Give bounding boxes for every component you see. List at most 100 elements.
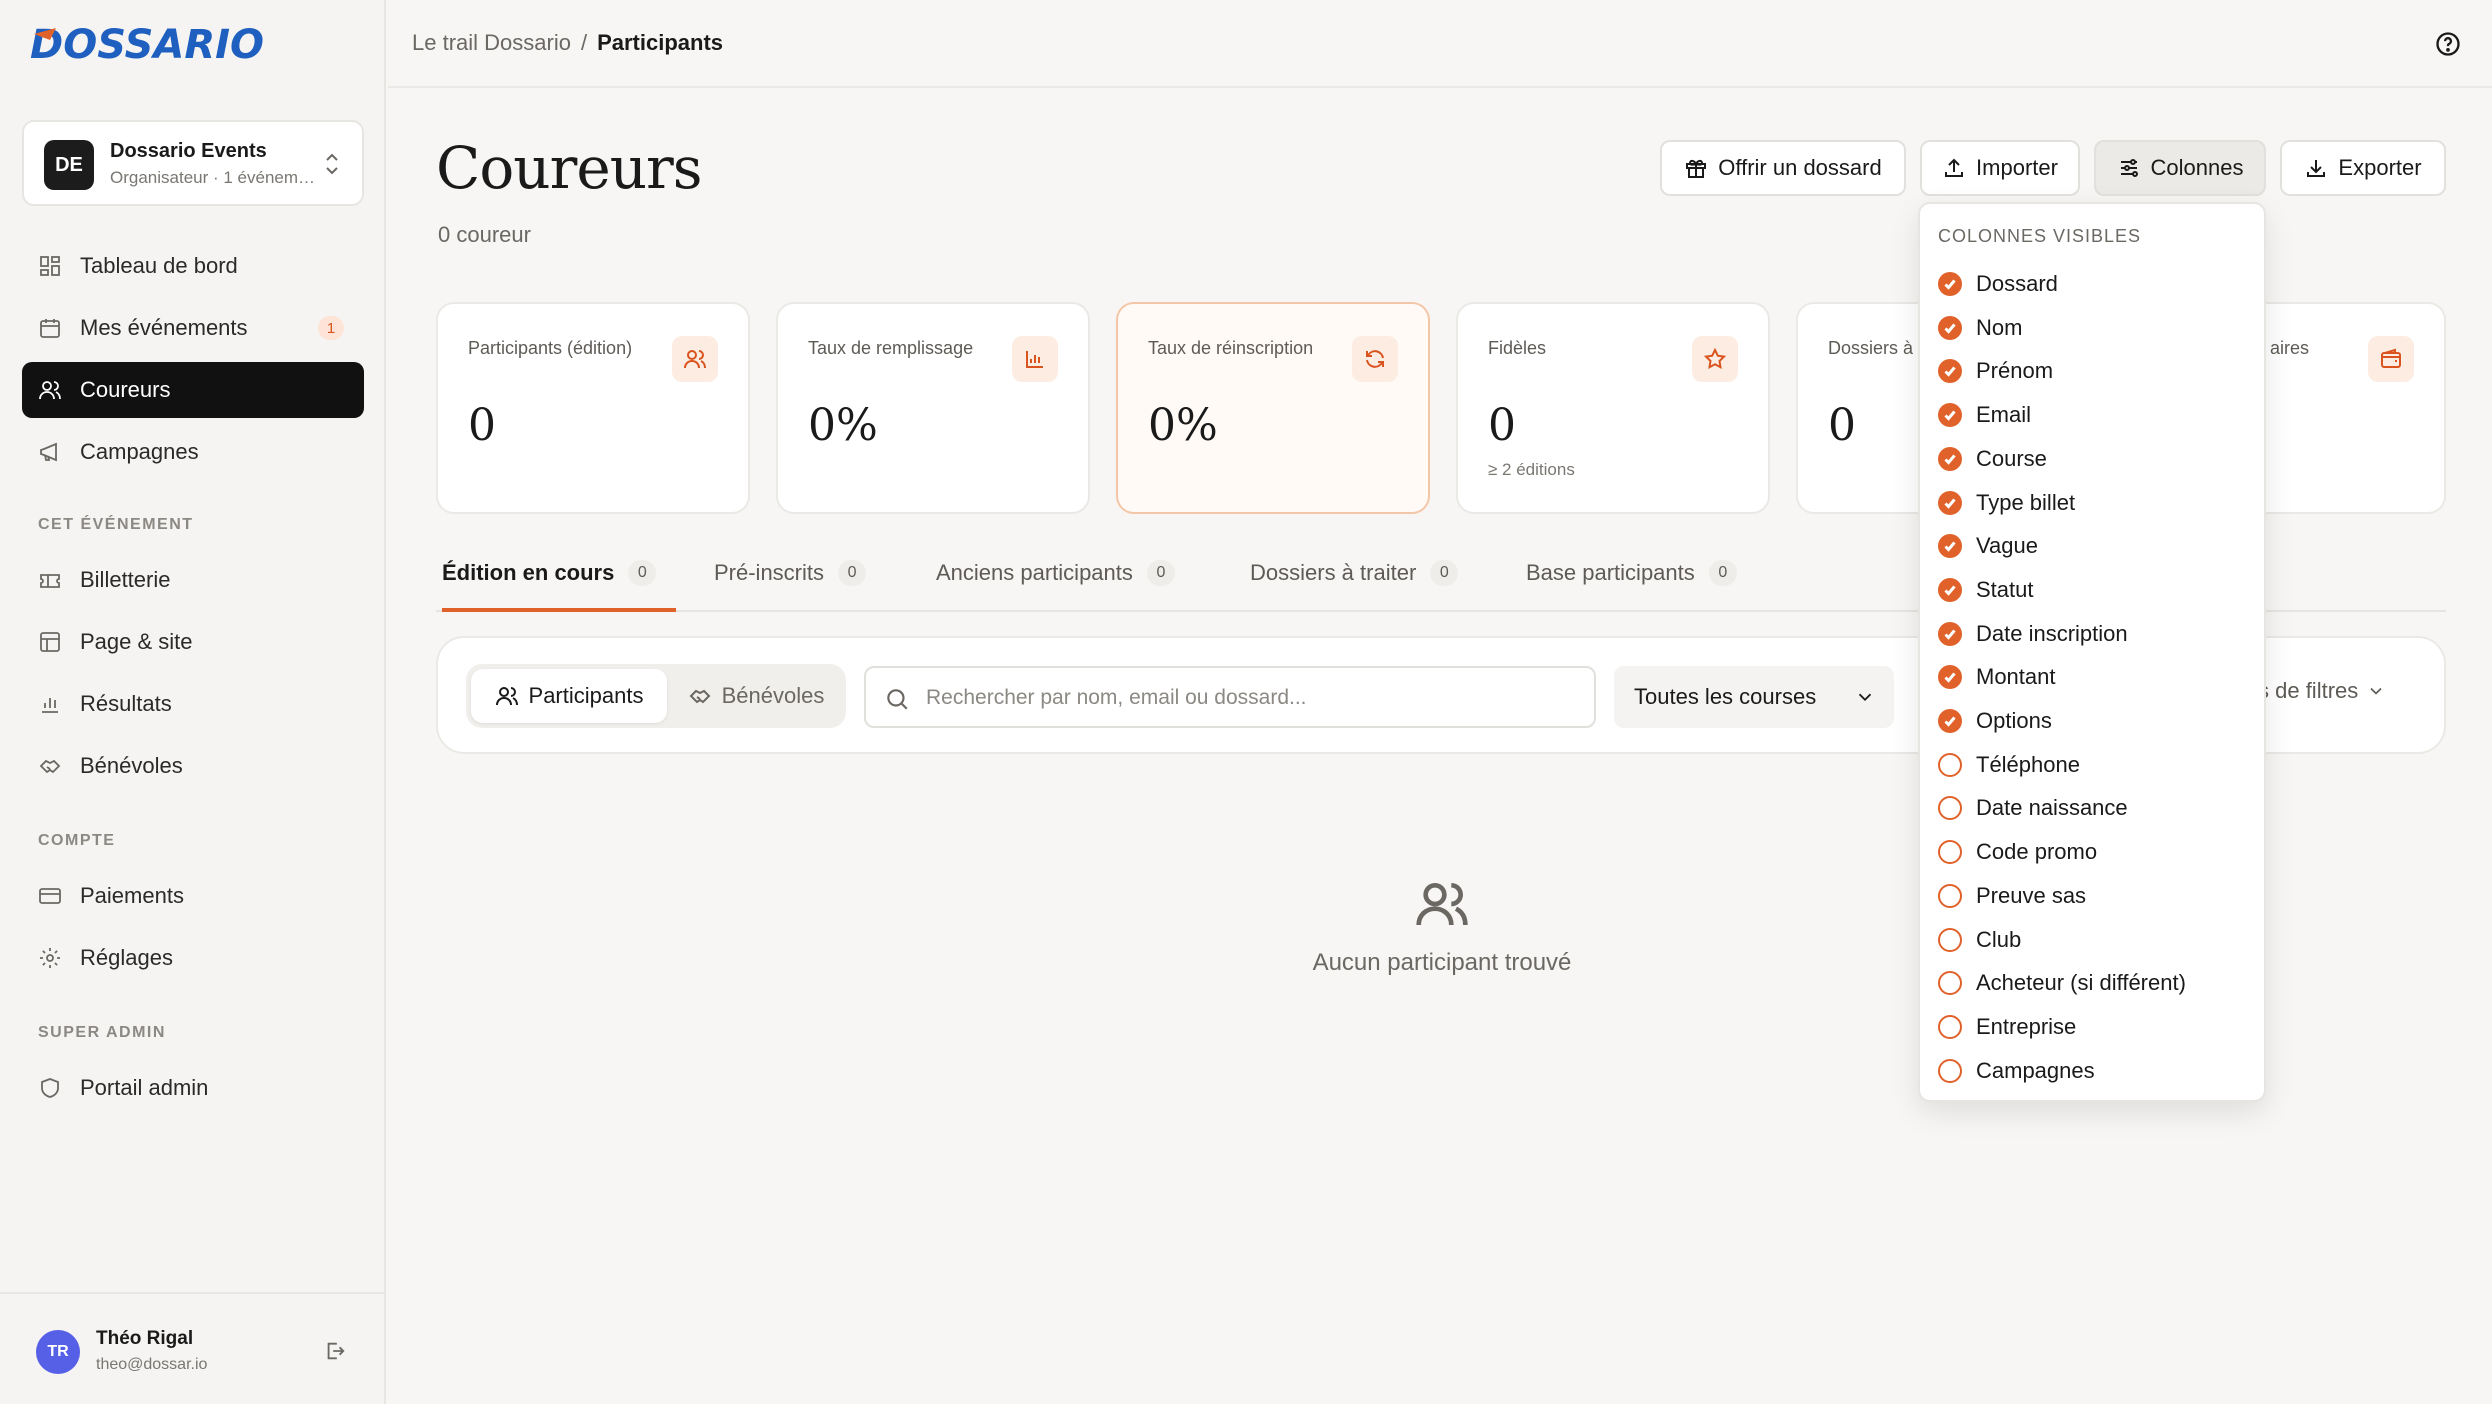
stat-card-fill-rate: Taux de remplissage 0%: [776, 302, 1090, 514]
sidebar-item-label: Mes événements: [80, 315, 248, 340]
tab-pre-registered[interactable]: Pré-inscrits 0: [714, 556, 867, 612]
svg-text:DOSSARIO: DOSSARIO: [30, 22, 264, 68]
sidebar-item-admin-portal[interactable]: Portail admin: [22, 1060, 364, 1116]
checkbox-checked-icon[interactable]: [1938, 272, 1962, 296]
offer-bib-button[interactable]: Offrir un dossard: [1660, 140, 1906, 196]
sidebar-item-payments[interactable]: Paiements: [22, 868, 364, 924]
checkbox-checked-icon[interactable]: [1938, 315, 1962, 340]
column-toggle-item[interactable]: Email: [1938, 395, 2031, 435]
column-toggle-item[interactable]: Entreprise: [1938, 1007, 2076, 1047]
checkbox-unchecked-icon[interactable]: [1938, 883, 1962, 908]
import-button[interactable]: Importer: [1920, 140, 2080, 196]
segment-volunteers[interactable]: Bénévoles: [671, 669, 841, 723]
column-toggle-item[interactable]: Téléphone: [1938, 745, 2080, 785]
column-label: Options: [1976, 708, 2052, 733]
users-icon: [684, 350, 706, 369]
checkbox-checked-icon[interactable]: [1938, 490, 1962, 515]
column-toggle-item[interactable]: Nom: [1938, 308, 2022, 348]
checkbox-unchecked-icon[interactable]: [1938, 971, 1962, 996]
column-toggle-item[interactable]: Acheteur (si différent): [1938, 963, 2186, 1003]
column-toggle-item[interactable]: Date naissance: [1938, 788, 2128, 828]
checkbox-unchecked-icon[interactable]: [1938, 1014, 1962, 1039]
handshake-icon: [39, 759, 61, 774]
stat-label: Dossiers à: [1828, 338, 1914, 358]
column-toggle-item[interactable]: Course: [1938, 439, 2047, 479]
column-label: Date inscription: [1976, 620, 2128, 646]
checkbox-checked-icon[interactable]: [1938, 403, 1962, 428]
tab-files-to-process[interactable]: Dossiers à traiter 0: [1250, 556, 1459, 612]
sidebar-item-label: Bénévoles: [80, 753, 183, 778]
logout-icon[interactable]: [324, 1340, 346, 1362]
chevron-down-icon: [2370, 687, 2382, 695]
columns-button[interactable]: Colonnes: [2094, 140, 2266, 196]
tab-former-participants[interactable]: Anciens participants 0: [936, 556, 1175, 612]
avatar[interactable]: TR: [36, 1330, 80, 1374]
sidebar-item-events[interactable]: Mes événements 1: [22, 300, 364, 356]
checkbox-checked-icon[interactable]: [1938, 709, 1962, 733]
org-switcher[interactable]: DE Dossario Events Organisateur · 1 évén…: [22, 120, 364, 206]
checkbox-checked-icon[interactable]: [1938, 665, 1962, 690]
sliders-icon: [2120, 159, 2138, 177]
stat-card-participants: Participants (édition) 0: [436, 302, 750, 514]
tab-participants-base[interactable]: Base participants 0: [1526, 556, 1737, 612]
breadcrumb-parent[interactable]: Le trail Dossario: [412, 30, 571, 55]
checkbox-checked-icon[interactable]: [1938, 446, 1962, 471]
user-name: Théo Rigal: [96, 1328, 194, 1349]
checkbox-unchecked-icon[interactable]: [1938, 927, 1962, 952]
search-input[interactable]: [926, 678, 1576, 718]
column-toggle-item[interactable]: Date inscription: [1938, 614, 2128, 654]
user-profile: TR Théo Rigal theo@dossar.io: [0, 1292, 386, 1404]
checkbox-checked-icon[interactable]: [1938, 359, 1962, 384]
stat-value: 0: [468, 400, 496, 451]
more-filters-button[interactable]: s de filtres: [2258, 678, 2386, 704]
column-toggle-item[interactable]: Dossard: [1938, 264, 2058, 304]
sidebar-item-ticketing[interactable]: Billetterie: [22, 552, 364, 608]
checkbox-checked-icon[interactable]: [1938, 534, 1962, 559]
column-label: Email: [1976, 402, 2032, 428]
column-label: Nom: [1976, 314, 2023, 340]
column-toggle-item[interactable]: Type billet: [1938, 483, 2075, 523]
checkbox-unchecked-icon[interactable]: [1938, 796, 1962, 821]
checkbox-checked-icon[interactable]: [1938, 577, 1962, 602]
stat-icon-container: [672, 336, 718, 382]
export-button[interactable]: Exporter: [2280, 140, 2446, 196]
column-toggle-item[interactable]: Prénom: [1938, 351, 2053, 391]
sidebar-item-settings[interactable]: Réglages: [22, 930, 364, 986]
stat-value: 0: [1828, 400, 1856, 451]
sidebar-item-campaigns[interactable]: Campagnes: [22, 424, 364, 480]
column-toggle-item[interactable]: Options: [1938, 701, 2052, 741]
more-filters-label: s de filtres: [2258, 678, 2359, 703]
sidebar-item-page-site[interactable]: Page & site: [22, 614, 364, 670]
column-toggle-item[interactable]: Statut: [1938, 570, 2033, 610]
checkbox-unchecked-icon[interactable]: [1938, 1058, 1962, 1083]
column-toggle-item[interactable]: Campagnes: [1938, 1051, 2095, 1091]
sidebar-item-dashboard[interactable]: Tableau de bord: [22, 238, 364, 294]
column-toggle-item[interactable]: Montant: [1938, 657, 2056, 697]
search-icon: [887, 689, 908, 710]
column-toggle-item[interactable]: Club: [1938, 920, 2021, 960]
checkbox-checked-icon[interactable]: [1938, 621, 1962, 646]
stat-label: aires: [2270, 338, 2310, 358]
sidebar-item-volunteers[interactable]: Bénévoles: [22, 738, 364, 794]
sidebar-item-results[interactable]: Résultats: [22, 676, 364, 732]
org-subtitle: Organisateur · 1 événement: [110, 168, 320, 187]
segment-participants[interactable]: Participants: [471, 669, 667, 723]
dossario-logo[interactable]: DOSSARIO: [30, 20, 270, 68]
help-icon[interactable]: [2434, 30, 2462, 58]
column-toggle-item[interactable]: Preuve sas: [1938, 876, 2086, 916]
refresh-icon: [1366, 350, 1384, 368]
course-select[interactable]: Toutes les courses: [1614, 666, 1894, 728]
stat-card-reregistration: Taux de réinscription 0%: [1116, 302, 1430, 514]
wallet-icon: [2381, 348, 2401, 368]
users-icon: [1416, 883, 1468, 926]
tab-current-edition[interactable]: Édition en cours 0: [442, 556, 677, 612]
sidebar-item-runners[interactable]: Coureurs: [22, 362, 364, 418]
column-label: Dossard: [1976, 271, 2058, 296]
sidebar-item-label: Réglages: [80, 945, 173, 970]
column-toggle-item[interactable]: Code promo: [1938, 832, 2097, 872]
checkbox-unchecked-icon[interactable]: [1938, 752, 1962, 777]
checkbox-unchecked-icon[interactable]: [1938, 840, 1962, 865]
column-label: Vague: [1976, 533, 2038, 559]
column-toggle-item[interactable]: Vague: [1938, 526, 2038, 566]
column-label: Preuve sas: [1976, 882, 2087, 908]
